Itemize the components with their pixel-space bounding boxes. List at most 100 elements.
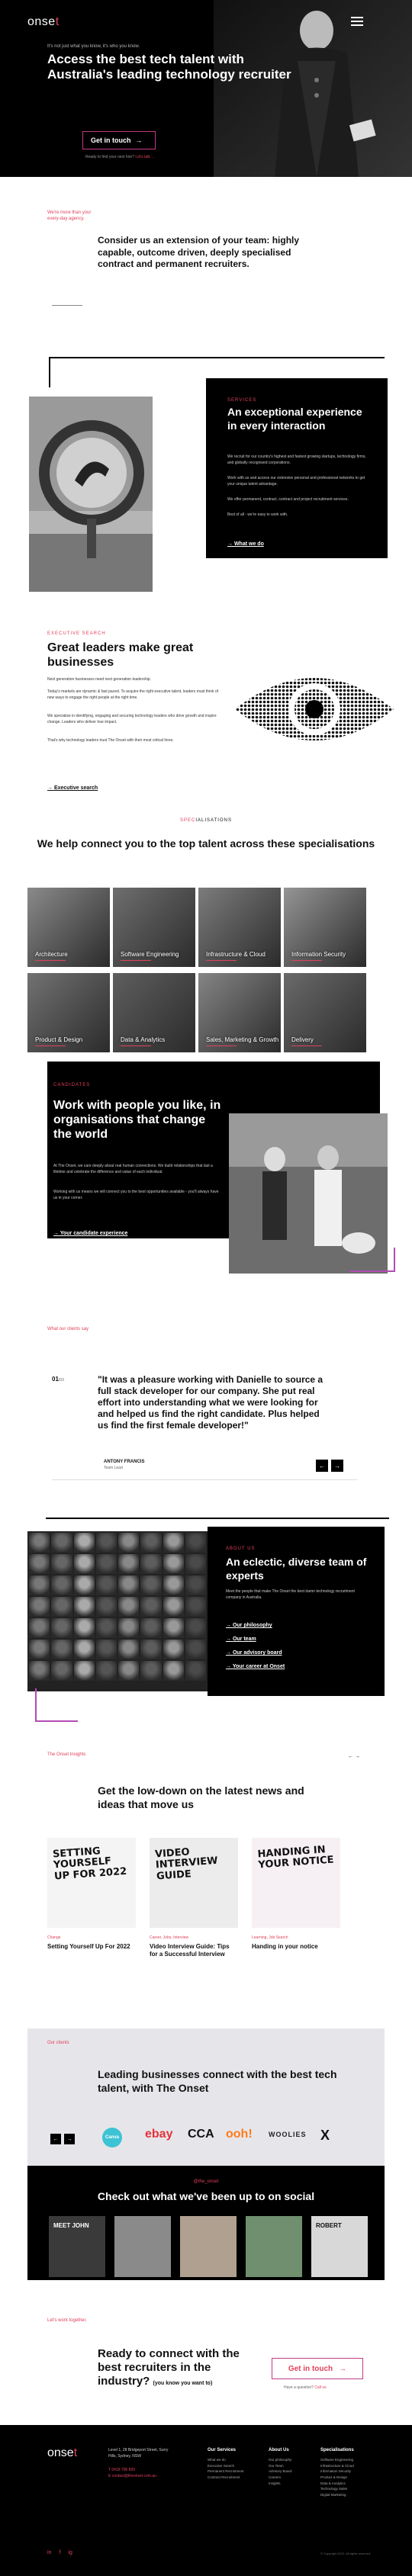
insight-card[interactable]: HANDING IN YOUR NOTICE (252, 1838, 340, 1928)
footer-link[interactable]: Advisory Board (269, 2468, 292, 2475)
footer-link[interactable]: What we do (208, 2457, 244, 2463)
footer-link[interactable]: Insights (269, 2481, 292, 2487)
team-member-photo (51, 1533, 72, 1553)
services-eyebrow: SERVICES (227, 398, 257, 403)
footer-link[interactable]: Executive Search (208, 2463, 244, 2469)
testimonial-prev-button[interactable]: ← (316, 1460, 328, 1472)
footer-logo[interactable]: onset (47, 2446, 77, 2460)
divider (121, 960, 151, 961)
spec-tile[interactable]: Architecture (27, 888, 110, 967)
spec-tile-label: Delivery (291, 1036, 314, 1043)
team-member-photo (95, 1575, 117, 1595)
footer-column: Our Services What we do Executive Search Pe… (208, 2448, 244, 2481)
team-member-photo (163, 1575, 184, 1595)
footer-link[interactable]: Data & Analytics (320, 2481, 354, 2487)
facebook-icon[interactable]: f (59, 2550, 60, 2555)
executive-search-link[interactable]: → Executive search (47, 785, 98, 791)
site-logo[interactable]: onset (27, 15, 60, 29)
team-member-photo (118, 1554, 140, 1574)
clients-panel (27, 2028, 385, 2166)
spec-tile[interactable]: Sales, Marketing & Growth (198, 973, 281, 1052)
insight-art: VIDEO INTERVIEW GUIDE (154, 1846, 218, 1883)
footer-link[interactable]: Product & Design (320, 2475, 354, 2481)
arrow-right-icon: → (47, 785, 53, 791)
footer-link[interactable]: Our philosophy (269, 2457, 292, 2463)
team-member-photo (73, 1640, 95, 1659)
hero-get-in-touch-button[interactable]: Get in touch → (82, 131, 156, 149)
spec-tile[interactable]: Infrastructure & Cloud (198, 888, 281, 967)
footer-link[interactable]: Careers (269, 2475, 292, 2481)
instagram-icon[interactable]: ig (68, 2550, 72, 2555)
team-member-photo (118, 1575, 140, 1595)
footer-link[interactable]: Contract Recruitment (208, 2475, 244, 2481)
spec-tile-label: Infrastructure & Cloud (206, 951, 266, 958)
footer-link[interactable]: Our Team (269, 2463, 292, 2469)
footer-link[interactable]: Information Security (320, 2468, 354, 2475)
social-post[interactable] (180, 2216, 237, 2277)
client-logo: ooh! (226, 2128, 253, 2141)
hero-button-label: Get in touch (91, 137, 131, 144)
footer-address: Level 1, 28 Bridgeport Street, Surry Hil… (108, 2448, 169, 2459)
hero-title: Access the best tech talent with Austral… (47, 52, 291, 82)
candidate-experience-link[interactable]: → Your candidate experience (53, 1231, 127, 1236)
cta-title-aside: (you know you want to) (153, 2381, 213, 2386)
social-post[interactable]: ROBERT (311, 2216, 368, 2277)
team-member-photo (185, 1597, 206, 1617)
team-member-photo (163, 1554, 184, 1574)
call-us-link[interactable]: Call us (314, 2385, 326, 2390)
footer-phone[interactable]: T 0418 706 820 (108, 2468, 135, 2472)
about-card: ABOUT US An eclectic, diverse team of ex… (208, 1527, 385, 1696)
divider (35, 960, 66, 961)
insight-card[interactable]: SETTING YOURSELF UP FOR 2022 (47, 1838, 136, 1928)
spec-tile[interactable]: Delivery (284, 973, 366, 1052)
clients-next-button[interactable]: → (64, 2134, 75, 2144)
footer-link[interactable]: Infrastructure & Cloud (320, 2463, 354, 2469)
testimonial-next-button[interactable]: → (331, 1460, 343, 1472)
team-member-photo (185, 1575, 206, 1595)
hero-subtext-link[interactable]: Let's talk → (135, 155, 155, 159)
footer-email[interactable]: E contact@theonset.com.au (108, 2474, 156, 2478)
insight-title[interactable]: Handing in your notice (252, 1943, 340, 1951)
divider (291, 960, 322, 961)
team-member-photo (118, 1533, 140, 1553)
advisory-board-link[interactable]: → Our advisory board (226, 1650, 282, 1656)
spec-tile[interactable]: Product & Design (27, 973, 110, 1052)
team-member-photo (140, 1597, 162, 1617)
testimonial-author: ANTONY FRANCIS (104, 1460, 145, 1464)
team-member-photo (29, 1575, 50, 1595)
team-member-photo (51, 1575, 72, 1595)
linkedin-icon[interactable]: in (47, 2550, 51, 2555)
spec-tile[interactable]: Software Engineering (113, 888, 195, 967)
our-team-link[interactable]: → Our team (226, 1636, 256, 1642)
cta-side-label: Let's work together. (47, 2318, 87, 2323)
arrow-right-icon: → (226, 1623, 231, 1628)
social-handle[interactable]: @the_onset (0, 2179, 412, 2184)
social-post[interactable] (114, 2216, 171, 2277)
team-member-photo (140, 1618, 162, 1638)
footer-link[interactable]: Software Engineering (320, 2457, 354, 2463)
what-we-do-link[interactable]: → What we do (227, 541, 264, 547)
career-link[interactable]: → Your career at Onset (226, 1664, 285, 1669)
menu-icon[interactable] (351, 17, 363, 26)
clients-prev-button[interactable]: ← (50, 2134, 61, 2144)
cta-get-in-touch-button[interactable]: Get in touch → (272, 2358, 363, 2379)
spec-tile[interactable]: Data & Analytics (113, 973, 195, 1052)
exec-eyebrow: EXECUTIVE SEARCH (47, 631, 106, 636)
social-post[interactable] (246, 2216, 302, 2277)
insights-arrows[interactable]: ← → (348, 1754, 360, 1759)
divider (291, 1045, 322, 1046)
team-member-photo (163, 1661, 184, 1681)
footer-link[interactable]: Permanent Recruitment (208, 2468, 244, 2475)
divider (121, 1045, 151, 1046)
team-member-photo (140, 1575, 162, 1595)
about-paragraph: Meet the people that make The Onset the … (226, 1589, 355, 1600)
footer-link[interactable]: Technology Sales (320, 2486, 354, 2492)
services-photo (29, 397, 153, 592)
insight-title[interactable]: Setting Yourself Up For 2022 (47, 1943, 136, 1951)
social-post[interactable]: MEET JOHN (49, 2216, 105, 2277)
our-philosophy-link[interactable]: → Our philosophy (226, 1623, 272, 1628)
footer-link[interactable]: Digital Marketing (320, 2492, 354, 2498)
insight-card[interactable]: VIDEO INTERVIEW GUIDE (150, 1838, 238, 1928)
spec-tile[interactable]: Information Security (284, 888, 366, 967)
insight-title[interactable]: Video Interview Guide: Tips for a Succes… (150, 1943, 238, 1958)
